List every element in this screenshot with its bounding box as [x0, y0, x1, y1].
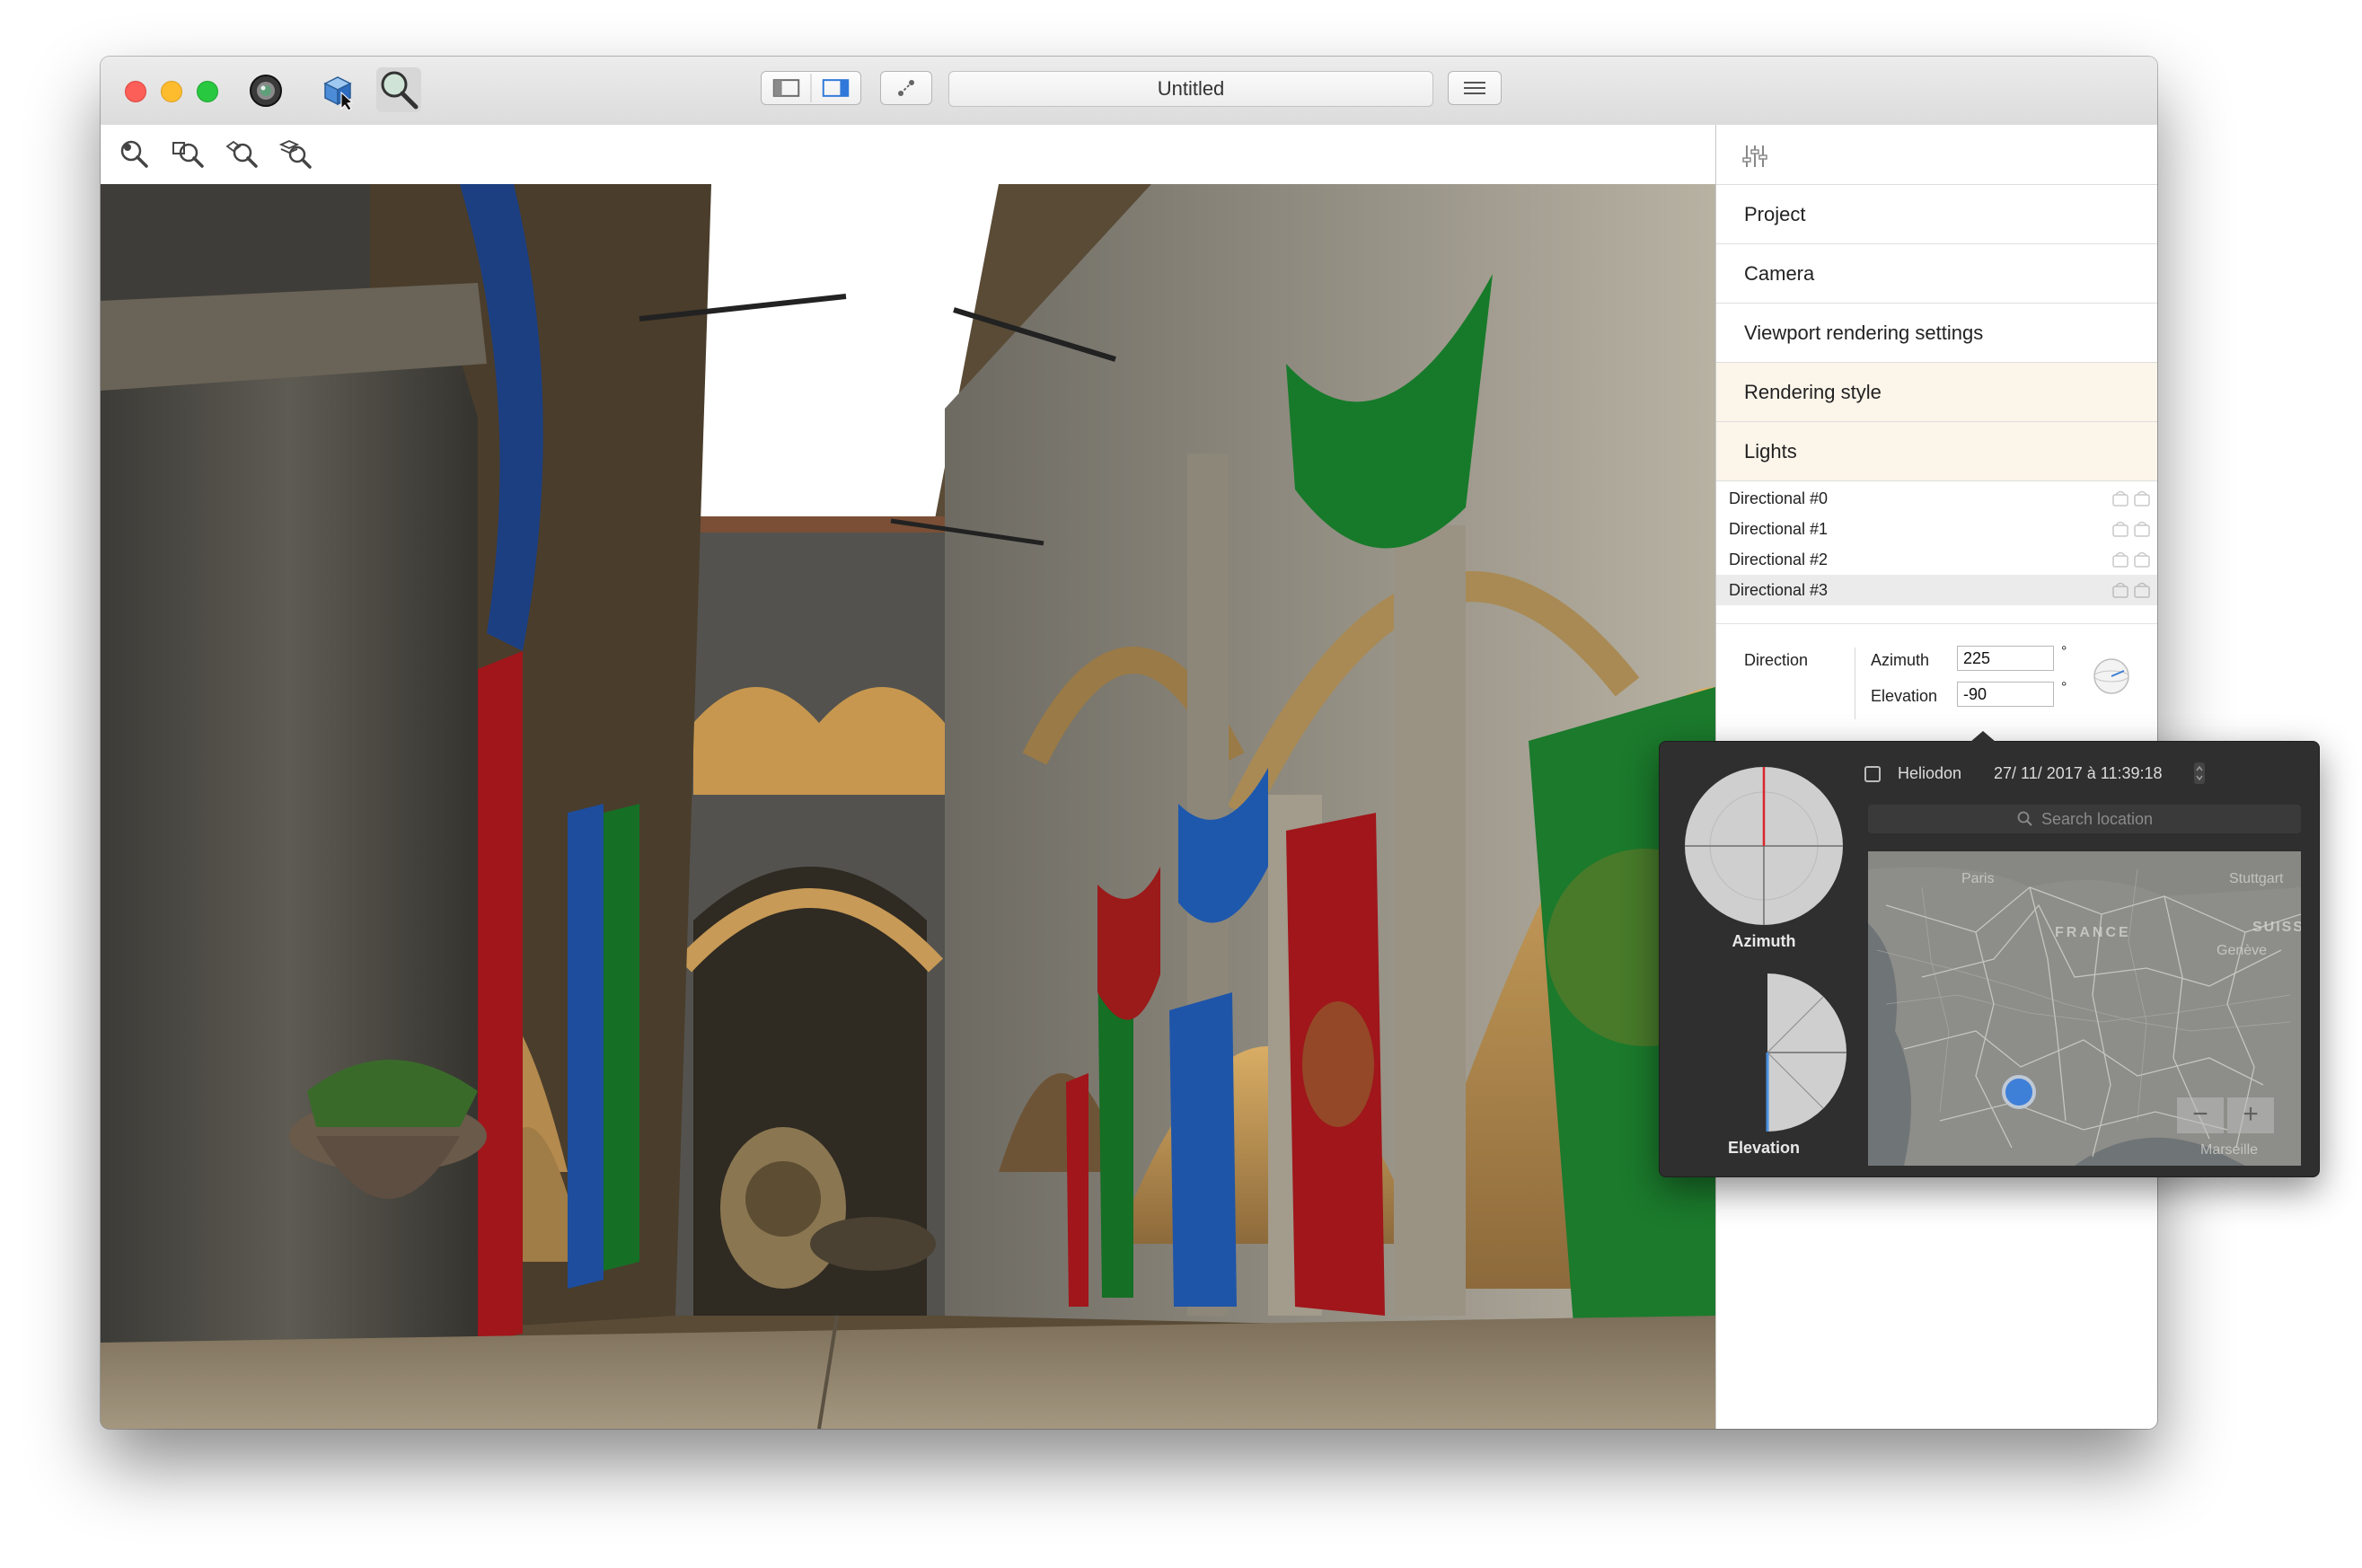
light-item[interactable]: Directional #1: [1716, 514, 2157, 544]
light-item[interactable]: Directional #0: [1716, 483, 2157, 514]
map-zoom-in-button[interactable]: +: [2227, 1097, 2274, 1133]
elevation-label: Elevation: [1871, 687, 1938, 705]
map-label-marseille: Marseille: [2200, 1142, 2259, 1158]
menu-button[interactable]: [1448, 71, 1502, 105]
select-cube-icon[interactable]: [318, 71, 357, 110]
document-title: Untitled: [948, 71, 1433, 107]
azimuth-label: Azimuth: [1871, 651, 1930, 669]
direction-sphere-icon[interactable]: [2092, 656, 2131, 696]
zoom-layers-icon[interactable]: [278, 137, 314, 170]
zoom-selection-icon[interactable]: [171, 137, 207, 170]
search-placeholder: Search location: [2040, 809, 2154, 828]
light-direction-popover: Azimuth Elevation Heliodon 27/ 11/ 2017 …: [1659, 731, 2320, 1177]
inspect-zoom-icon[interactable]: [375, 66, 423, 114]
sidebar-toggle-icon[interactable]: [762, 72, 860, 104]
sliders-icon[interactable]: [1741, 143, 1768, 170]
visibility-lock-icon[interactable]: [2111, 489, 2151, 508]
list-icon: [1464, 82, 1485, 94]
location-map[interactable]: Paris Stuttgart FRANCE SUISS Genève Mars…: [1868, 851, 2301, 1166]
section-viewport-rendering[interactable]: Viewport rendering settings: [1716, 304, 2157, 363]
date-time-picker[interactable]: 27/ 11/ 2017 à 11:39:18: [1994, 764, 2163, 783]
light-item-label: Directional #3: [1729, 581, 1829, 599]
section-rendering-style[interactable]: Rendering style: [1716, 363, 2157, 422]
location-search-input[interactable]: Search location: [1868, 805, 2301, 833]
section-project[interactable]: Project: [1716, 185, 2157, 244]
viewport-toolbar: [101, 125, 1715, 185]
light-item-label: Directional #0: [1729, 489, 1829, 507]
azimuth-dial[interactable]: [1683, 765, 1845, 927]
azimuth-dial-label: Azimuth: [1732, 932, 1796, 950]
elevation-dial-label: Elevation: [1727, 1139, 1801, 1157]
camera-lens-icon[interactable]: [246, 71, 286, 110]
section-lights[interactable]: Lights: [1716, 422, 2157, 481]
visibility-lock-icon[interactable]: [2111, 519, 2151, 539]
title-bar: Untitled: [101, 57, 2157, 126]
node-graph-icon: [898, 80, 914, 96]
section-camera[interactable]: Camera: [1716, 244, 2157, 304]
nodes-button[interactable]: [880, 71, 932, 105]
azimuth-unit: °: [2061, 644, 2067, 659]
search-icon: [2017, 811, 2032, 826]
visibility-lock-icon[interactable]: [2111, 550, 2151, 569]
zoom-fit-icon[interactable]: [117, 137, 153, 170]
map-label-france: FRANCE: [2055, 925, 2131, 940]
close-button[interactable]: [125, 81, 146, 102]
map-label-geneve: Genève: [2217, 943, 2268, 958]
3d-viewport[interactable]: [101, 184, 1715, 1429]
light-item[interactable]: Directional #2: [1716, 544, 2157, 575]
visibility-lock-icon[interactable]: [2111, 580, 2151, 600]
stepper-icon[interactable]: [2193, 762, 2206, 785]
panel-toggle-group: [761, 71, 861, 105]
elevation-unit: °: [2061, 680, 2067, 695]
popover-arrow: [1970, 731, 1996, 742]
panel-header: [1716, 125, 2157, 185]
map-label-suisse: SUISS: [2252, 920, 2301, 935]
light-item-label: Directional #1: [1729, 520, 1829, 538]
direction-group: Direction Azimuth ° Elevation °: [1716, 624, 2157, 732]
map-label-stuttgart: Stuttgart: [2229, 871, 2284, 886]
zoom-button[interactable]: [197, 81, 218, 102]
direction-label: Direction: [1744, 651, 1809, 669]
azimuth-input[interactable]: [1957, 646, 2054, 671]
zoom-object-icon[interactable]: [225, 137, 260, 170]
elevation-input[interactable]: [1957, 682, 2054, 707]
minimize-button[interactable]: [161, 81, 182, 102]
lights-list: Directional #0 Directional #1 Directiona…: [1716, 481, 2157, 624]
heliodon-checkbox[interactable]: [1864, 766, 1881, 782]
elevation-dial[interactable]: [1764, 972, 1850, 1133]
light-item-selected[interactable]: Directional #3: [1716, 575, 2157, 605]
map-label-paris: Paris: [1961, 871, 1995, 886]
heliodon-label: Heliodon: [1898, 764, 1962, 782]
light-item-label: Directional #2: [1729, 551, 1829, 568]
map-zoom-out-button[interactable]: −: [2177, 1097, 2224, 1133]
